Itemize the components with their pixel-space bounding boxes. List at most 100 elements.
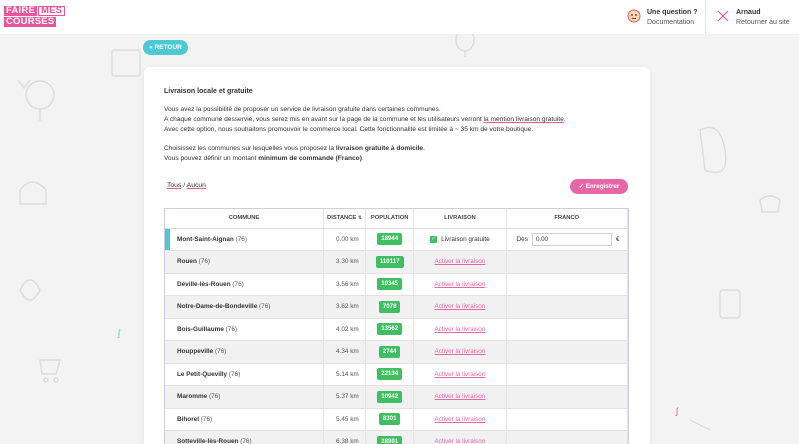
instructions-paragraph: Choisissez les communes sur lesquelles v…	[164, 144, 634, 164]
table-row: Notre-Dame-de-Bondeville (76) 3.62 km 7078…	[165, 295, 629, 319]
activate-delivery-link[interactable]: Activer la livraison	[435, 258, 486, 265]
population-cell: 10942	[365, 385, 415, 409]
population-cell: 22134	[365, 363, 415, 386]
table-row: Maromme (76) 5.37 km 10942 Activer la livra…	[165, 385, 629, 409]
help-link[interactable]: Une question ? Documentation	[627, 8, 698, 28]
commune-dept: (76)	[208, 393, 221, 401]
commune-dept: (76)	[240, 438, 252, 444]
livraison-cell: Activer la livraison	[413, 318, 507, 341]
distance-cell: 3.62 km	[323, 295, 367, 319]
franco-prefix: Dès	[516, 235, 528, 243]
population-cell: 8301	[365, 408, 415, 431]
franco-cell	[506, 273, 629, 296]
franco-cell	[506, 408, 629, 431]
save-button[interactable]: ✓ Enregistrer	[570, 179, 628, 194]
header-divider	[705, 0, 706, 34]
commune-cell: Déville-lès-Rouen (76)	[165, 273, 324, 296]
table-row: Bois-Guillaume (76) 4.02 km 13562 Activer l…	[165, 318, 629, 341]
activate-delivery-link[interactable]: Activer la livraison	[435, 303, 486, 310]
commune-dept: (76)	[232, 280, 244, 288]
user-menu[interactable]: Arnaud Retourner au site	[716, 8, 790, 28]
activate-delivery-link[interactable]: Activer la livraison	[435, 348, 486, 355]
population-badge: 18944	[377, 233, 403, 246]
commune-cell: Bihorel (76)	[165, 408, 324, 431]
activate-delivery-link[interactable]: Activer la livraison	[435, 371, 486, 378]
livraison-cell: ✓ Livraison gratuite	[413, 228, 507, 251]
activate-delivery-link[interactable]: Activer la livraison	[435, 393, 486, 400]
distance-cell: 3.56 km	[323, 273, 367, 296]
delivery-settings-card: Livraison locale et gratuite Vous avez l…	[144, 67, 650, 444]
commune-name: Le Petit-Quevilly	[177, 370, 228, 378]
activate-delivery-link[interactable]: Activer la livraison	[435, 416, 486, 423]
distance-header-label: DISTANCE	[327, 215, 357, 222]
franco-input[interactable]: 0.00	[531, 232, 612, 246]
population-cell: 10345	[365, 273, 415, 296]
commune-cell: Houppeville (76)	[165, 340, 324, 364]
delivery-checkbox[interactable]: ✓ Livraison gratuite	[430, 236, 490, 244]
livraison-cell: Activer la livraison	[413, 340, 507, 364]
col-header-distance[interactable]: DISTANCE ⇅	[323, 209, 367, 229]
commune-name: Bihorel	[177, 415, 200, 423]
activate-delivery-link[interactable]: Activer la livraison	[435, 281, 486, 288]
population-header-label: POPULATION	[370, 215, 409, 222]
table-row: Le Petit-Quevilly (76) 5.14 km 22134 Active…	[165, 363, 629, 386]
commune-cell: Mont-Saint-Aignan (76)	[165, 228, 324, 251]
communes-table: COMMUNE DISTANCE ⇅ POPULATION LIVRAISON …	[164, 208, 629, 444]
select-none-link[interactable]: Aucun	[187, 182, 206, 189]
return-to-site-link[interactable]: Retourner au site	[736, 18, 790, 28]
commune-cell: Notre-Dame-de-Bondeville (76)	[165, 295, 324, 319]
close-icon	[717, 10, 729, 22]
col-header-franco: FRANCO	[506, 209, 629, 229]
population-cell: 2744	[365, 340, 415, 364]
commune-name: Bois-Guillaume	[177, 325, 224, 333]
livraison-cell: Activer la livraison	[413, 295, 507, 319]
select-all-link[interactable]: Tous	[167, 182, 181, 189]
commune-cell: Sotteville-lès-Rouen (76)	[165, 430, 324, 444]
distance-cell: 6.38 km	[323, 430, 367, 444]
instr-1-end: .	[423, 145, 425, 152]
population-badge: 13562	[377, 323, 403, 336]
livraison-cell: Activer la livraison	[413, 250, 507, 274]
logo-word-3: COURSES	[4, 16, 57, 27]
population-badge: 110117	[375, 255, 404, 268]
commune-cell: Bois-Guillaume (76)	[165, 318, 324, 341]
instr-1-bold: livraison gratuite à domicile	[335, 145, 424, 152]
decorative-squiggle: ʃ	[676, 406, 678, 416]
sort-icon: ⇅	[357, 215, 363, 222]
distance-cell: 0.00 km	[323, 228, 367, 251]
commune-name: Rouen	[177, 258, 197, 266]
commune-dept: (76)	[235, 235, 247, 243]
commune-cell: Le Petit-Quevilly (76)	[165, 363, 324, 386]
population-badge: 10345	[377, 278, 403, 291]
back-button[interactable]: « RETOUR	[143, 40, 188, 55]
delivery-active-label: Livraison gratuite	[441, 236, 490, 244]
col-header-commune[interactable]: COMMUNE	[165, 209, 324, 229]
distance-cell: 3.30 km	[323, 250, 367, 274]
commune-name: Notre-Dame-de-Bondeville	[177, 303, 258, 311]
commune-cell: Maromme (76)	[165, 385, 324, 409]
franco-field-group: Dès 0.00 €	[516, 232, 627, 246]
commune-dept: (76)	[198, 258, 211, 266]
help-avatar-icon	[627, 9, 641, 23]
intro-line-2: A chaque commune desservie, vous serez m…	[164, 115, 634, 125]
free-delivery-mention-link[interactable]: la mention livraison gratuite	[484, 116, 564, 123]
commune-name: Sotteville-lès-Rouen	[177, 438, 239, 444]
franco-cell	[506, 250, 629, 274]
site-logo[interactable]: FAIRE MES COURSES	[4, 5, 66, 28]
logo-word-1: FAIRE	[4, 5, 37, 16]
activate-delivery-link[interactable]: Activer la livraison	[435, 326, 486, 333]
table-row: Bihorel (76) 5.45 km 8301 Activer la livrai…	[165, 408, 629, 431]
intro-line-3: Avec cette option, nous souhaitons promo…	[164, 126, 534, 133]
intro-paragraph: Vous avez la possibilité de proposer un …	[164, 105, 634, 135]
livraison-cell: Activer la livraison	[413, 385, 507, 409]
livraison-header-label: LIVRAISON	[444, 215, 476, 222]
commune-name: Maromme	[177, 393, 208, 401]
col-header-population[interactable]: POPULATION	[365, 209, 415, 229]
population-cell: 7078	[365, 295, 415, 319]
col-header-livraison: LIVRAISON	[413, 209, 507, 229]
table-row: Houppeville (76) 4.34 km 2744 Activer la li…	[165, 340, 629, 364]
commune-dept: (76)	[228, 370, 241, 378]
activate-delivery-link[interactable]: Activer la livraison	[435, 438, 486, 444]
instructions-line-2: Vous pouvez définir un montant minimum d…	[164, 154, 634, 164]
distance-cell: 5.14 km	[323, 363, 367, 386]
